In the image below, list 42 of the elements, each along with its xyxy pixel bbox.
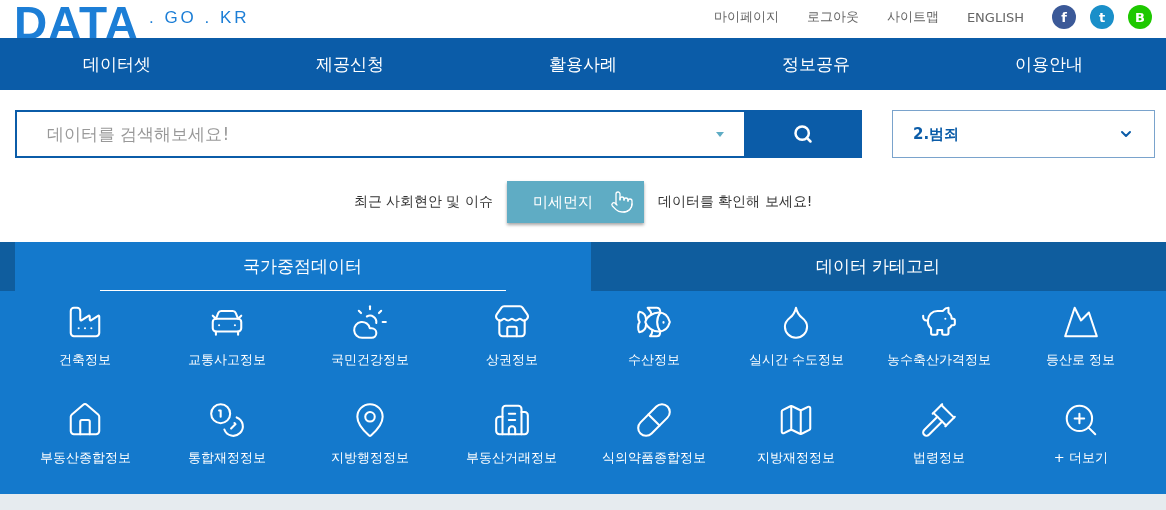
header-link[interactable]: 마이페이지 xyxy=(713,8,779,26)
category-item[interactable]: 실시간 수도정보 xyxy=(725,303,868,389)
search-field[interactable]: 데이터를 검색해보세요! xyxy=(15,110,744,158)
category-select[interactable]: 2.범죄 xyxy=(892,110,1155,158)
category-item[interactable]: 부동산종합정보 xyxy=(14,400,157,486)
coins-icon xyxy=(208,400,247,439)
pointer-hand-icon xyxy=(609,190,634,214)
category-item[interactable]: 법령정보 xyxy=(867,400,1010,486)
category-item[interactable]: 부동산거래정보 xyxy=(440,400,583,486)
twitter-icon[interactable]: t xyxy=(1090,5,1114,29)
category-item[interactable]: 농수축산가격정보 xyxy=(867,303,1010,389)
nav-item[interactable]: 제공신청 xyxy=(233,38,467,90)
category-item[interactable]: 식의약품종합정보 xyxy=(583,400,726,486)
category-item[interactable]: 국민건강정보 xyxy=(298,303,441,389)
header-link[interactable]: 사이트맵 xyxy=(886,8,939,26)
header-link[interactable]: ENGLISH xyxy=(966,9,1024,25)
category-item[interactable]: 교통사고정보 xyxy=(156,303,299,389)
category-item[interactable]: 지방재정정보 xyxy=(725,400,868,486)
category-item[interactable]: 수산정보 xyxy=(583,303,726,389)
nav-item[interactable]: 데이터셋 xyxy=(0,38,234,90)
category-item[interactable]: + 더보기 xyxy=(1009,400,1152,486)
nav-item[interactable]: 이용안내 xyxy=(932,38,1166,90)
search-icon xyxy=(793,124,813,144)
gavel-icon xyxy=(919,400,958,439)
promo-text: 최근 사회현안 및 이슈 xyxy=(353,193,493,211)
category-item[interactable]: 등산로 정보 xyxy=(1009,303,1152,389)
tab[interactable]: 국가중점데이터 xyxy=(15,242,591,291)
nav-item[interactable]: 활용사례 xyxy=(466,38,700,90)
logo-domain: . GO . KR xyxy=(148,8,250,28)
promo-text: 데이터를 확인해 보세요! xyxy=(657,193,813,211)
pill-icon xyxy=(635,400,674,439)
search-button[interactable] xyxy=(744,110,862,158)
nav-item[interactable]: 정보공유 xyxy=(699,38,933,90)
category-item[interactable]: 상권정보 xyxy=(440,303,583,389)
caret-icon xyxy=(716,131,724,137)
cloud-sun-icon xyxy=(350,303,389,341)
category-item[interactable]: 통합재정정보 xyxy=(156,400,299,486)
facebook-icon[interactable]: f xyxy=(1052,5,1076,29)
topic-button[interactable]: 미세먼지 xyxy=(506,181,644,223)
category-item[interactable]: 건축정보 xyxy=(14,303,157,389)
header-link[interactable]: 로그아웃 xyxy=(806,8,859,26)
category-item[interactable]: 지방행정정보 xyxy=(298,400,441,486)
